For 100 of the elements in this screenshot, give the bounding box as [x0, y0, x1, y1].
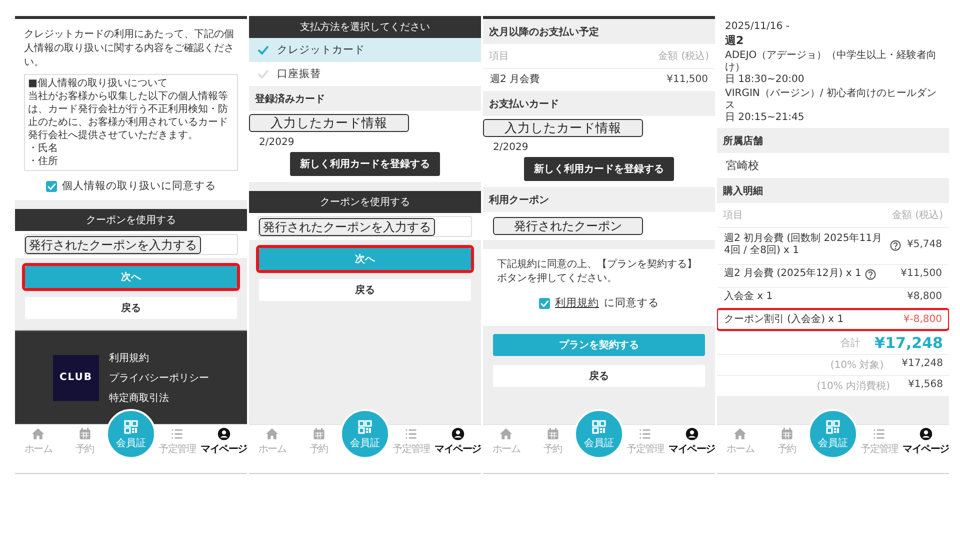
next-button[interactable]: 次へ	[259, 248, 471, 270]
coupon-field[interactable]: 発行されたクーポンを入力する	[258, 216, 472, 237]
annotation-label: 発行されたクーポンを入力する	[25, 236, 201, 254]
card-expiry: 2/2029	[492, 141, 530, 155]
class-name: ADEJO（アデージョ）（中学生以上・経験者向け）	[725, 48, 938, 74]
amount: ¥11,500	[900, 268, 942, 280]
home-icon	[733, 427, 748, 441]
amount: ¥8,800	[907, 291, 942, 304]
qr-code-icon	[123, 418, 139, 434]
nav-tab[interactable]: マイページ	[200, 425, 247, 458]
agreement-text: 下記規約に同意の上、【プランを契約する】ボタンを押してください。	[496, 258, 698, 286]
section-header: クーポンを使用する	[15, 209, 247, 231]
amount: ¥1,568	[908, 379, 943, 392]
column-header: 項目	[723, 209, 743, 222]
register-card-button[interactable]: 新しく利用カードを登録する	[290, 152, 440, 176]
nav-tab[interactable]: マイページ	[434, 425, 481, 458]
user-icon	[450, 427, 465, 441]
total-amount: ¥17,248	[874, 334, 943, 352]
line-item: クーポン割引 (入会金) x 1	[724, 314, 844, 326]
help-icon[interactable]	[865, 268, 876, 280]
calendar-icon	[780, 427, 794, 441]
back-button[interactable]: 戻る	[25, 297, 237, 319]
intro-text: クレジットカードの利用にあたって、下記の個人情報の取り扱いに関する内容をご確認ください。	[23, 28, 235, 70]
logo: CLUB	[53, 354, 99, 400]
nav-tab[interactable]: 予定管理	[154, 425, 200, 458]
help-icon[interactable]	[890, 240, 901, 251]
next-button[interactable]: 次へ	[25, 266, 237, 288]
amount: ¥11,500	[666, 74, 708, 86]
class-time: 日 20:15~21:45	[725, 112, 806, 124]
list-icon	[170, 427, 184, 441]
nav-tab[interactable]: 予定管理	[856, 425, 902, 458]
home-icon	[265, 427, 280, 441]
class-time: 日 18:30~20:00	[725, 74, 806, 86]
list-icon	[872, 427, 886, 441]
home-icon	[499, 427, 514, 441]
amount: ¥5,748	[907, 239, 942, 252]
nav-tab[interactable]: ホーム	[483, 425, 530, 458]
notice-line: ・住所	[28, 155, 59, 168]
footer-link[interactable]: 特定商取引法	[109, 390, 209, 404]
annotation-label: 発行されたクーポン	[493, 217, 643, 235]
terms-link[interactable]: 利用規約	[555, 296, 599, 310]
checkbox[interactable]	[46, 180, 57, 192]
nav-tab[interactable]: ホーム	[249, 425, 296, 458]
back-button[interactable]: 戻る	[259, 279, 471, 301]
coupon-field[interactable]: 発行されたクーポンを入力する	[24, 234, 238, 255]
nav-tab[interactable]: 予定管理	[622, 425, 668, 458]
register-card-button[interactable]: 新しく利用カードを登録する	[524, 157, 674, 181]
notice-line: 当社がお客様から収集した以下の個人情報等は、カード発行会社が行う不正利用検知・防止のために、お客様が利用されているカード発行会社へ提供させていただきます。	[28, 90, 229, 142]
nav-tab[interactable]: 予定管理	[388, 425, 434, 458]
footer-link[interactable]: 利用規約	[109, 350, 209, 364]
tax-label: (10% 内消費税)	[816, 380, 890, 394]
qr-code-icon	[357, 418, 373, 434]
nav-tab[interactable]: マイページ	[668, 425, 715, 458]
user-icon	[918, 427, 933, 441]
section-header: 支払方法を選択してください	[249, 16, 481, 38]
line-item: 入会金 x 1	[724, 291, 773, 304]
user-icon	[684, 427, 699, 441]
check-icon	[257, 68, 269, 80]
list-icon	[404, 427, 418, 441]
total-label: 合計	[840, 336, 861, 350]
store-name: 宮崎校	[717, 153, 949, 178]
nav-tab[interactable]: 予約	[763, 425, 810, 458]
nav-tab[interactable]: 予約	[529, 425, 576, 458]
qr-code-icon	[591, 418, 607, 434]
checkbox[interactable]	[539, 298, 550, 308]
line-item: 週2 月会費 (2025年12月) x 1	[724, 268, 862, 280]
amount: ¥17,248	[902, 358, 943, 372]
nav-tab[interactable]: 予約	[61, 425, 108, 458]
notice-line: ■個人情報の取り扱いについて	[28, 77, 168, 90]
home-icon	[31, 427, 46, 441]
calendar-icon	[546, 427, 560, 441]
amount: ¥-8,800	[903, 314, 942, 326]
nav-tab[interactable]: マイページ	[902, 425, 949, 458]
column-header: 金額 (税込)	[658, 50, 709, 63]
calendar-icon	[78, 427, 92, 441]
list-icon	[638, 427, 652, 441]
user-icon	[216, 427, 231, 441]
payment-option[interactable]: クレジットカード	[249, 38, 481, 62]
annotation-label: 入力したカード情報	[483, 119, 643, 137]
back-button[interactable]: 戻る	[493, 365, 705, 387]
calendar-icon	[312, 427, 326, 441]
column-header: 項目	[489, 50, 509, 63]
footer-link[interactable]: プライバシーポリシー	[109, 370, 209, 384]
line-item: 週2 月会費	[490, 74, 540, 86]
plan-name: 週2	[725, 33, 745, 48]
annotation-label: 入力したカード情報	[249, 114, 409, 132]
nav-tab[interactable]: ホーム	[717, 425, 764, 458]
annotation-label: 発行されたクーポンを入力する	[259, 218, 435, 236]
qr-code-icon	[825, 418, 841, 434]
column-header: 金額 (税込)	[892, 208, 943, 222]
nav-tab[interactable]: ホーム	[15, 425, 62, 458]
card-expiry: 2/2029	[258, 136, 296, 150]
nav-tab[interactable]: 予約	[295, 425, 342, 458]
tax-label: (10% 対象)	[830, 358, 884, 372]
line-item: 週2 初月会費 (回数制 2025年11月 4回 / 全8回) x 1	[724, 233, 883, 258]
check-icon	[257, 44, 269, 56]
next-button[interactable]: プランを契約する	[493, 334, 705, 356]
checkbox-label: 個人情報の取り扱いに同意する	[62, 179, 216, 193]
class-name: VIRGIN（バージン）/ 初心者向けのヒールダンス	[725, 86, 938, 112]
notice-line: ・氏名	[28, 142, 59, 155]
